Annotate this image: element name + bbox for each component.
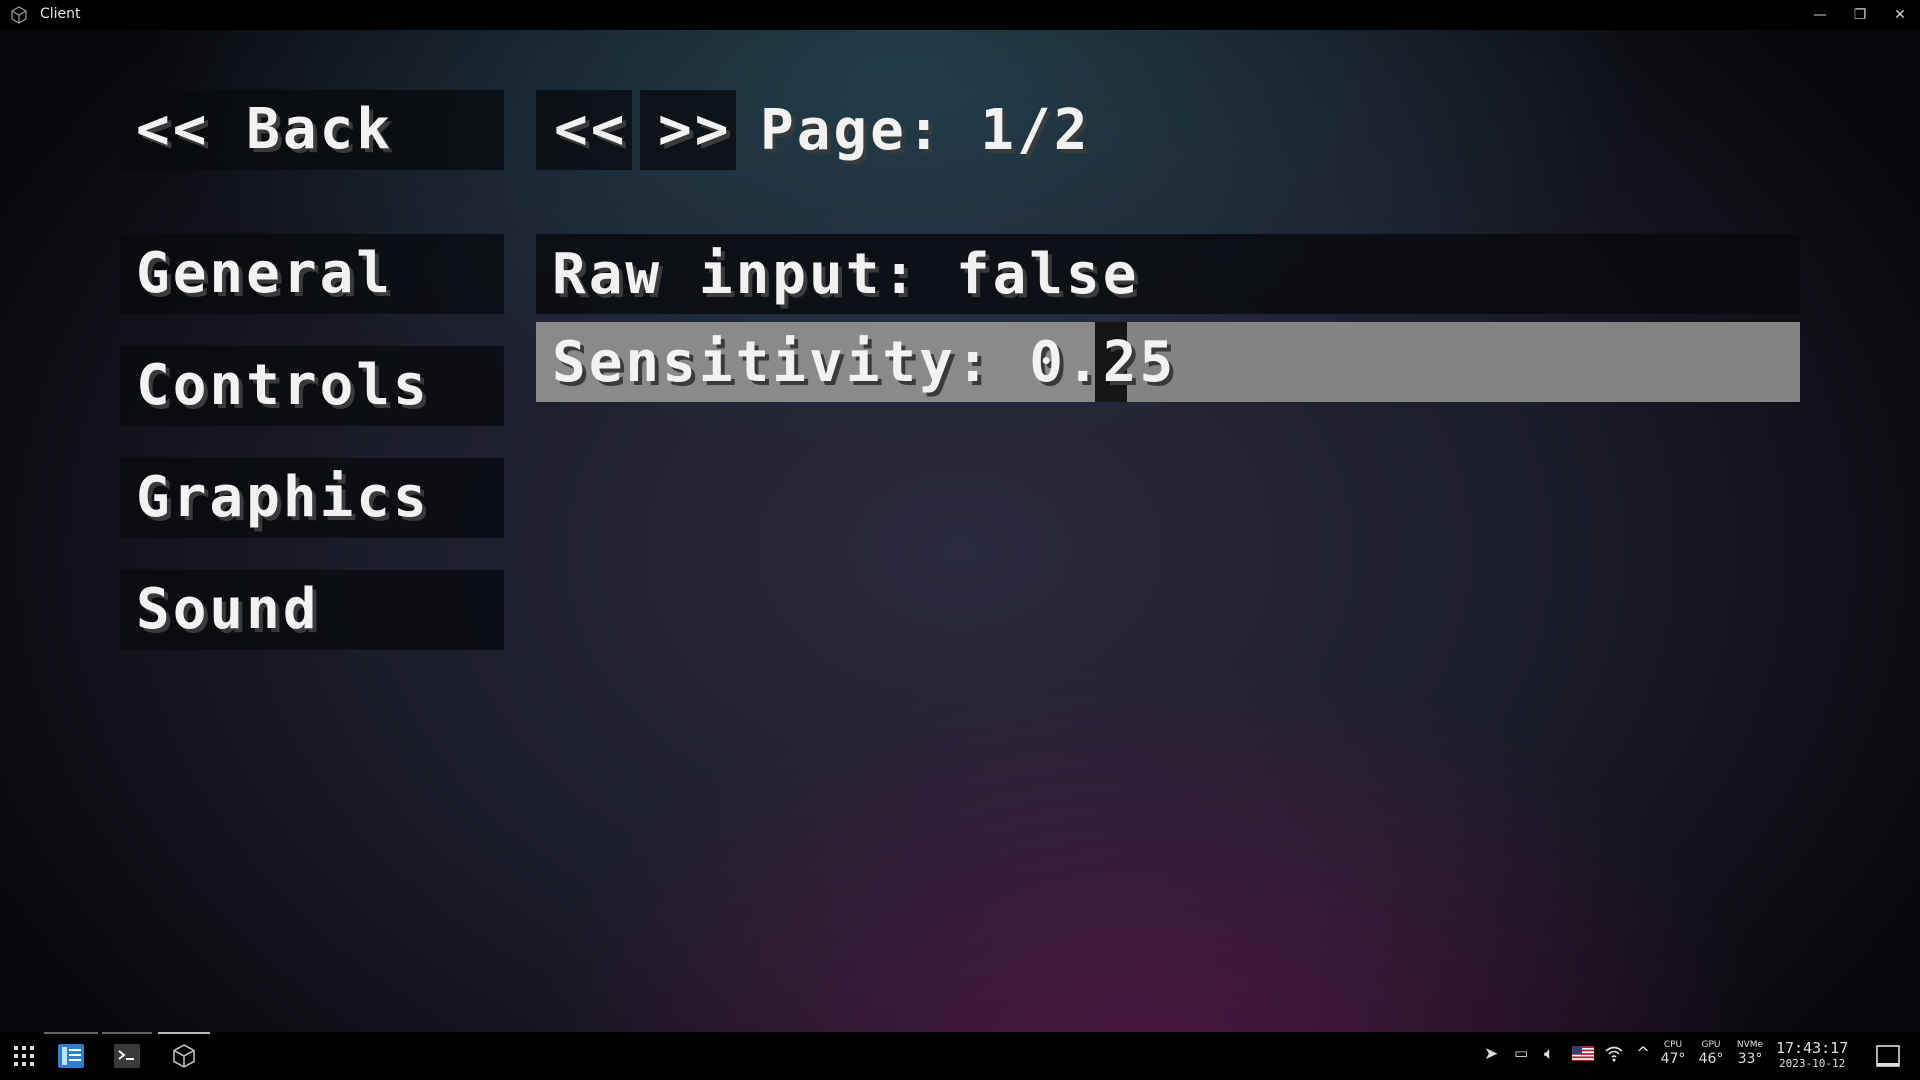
cpu-temp-label: CPU [1663, 1040, 1683, 1050]
volume-icon[interactable]: 🔈︎ [1544, 1044, 1554, 1064]
chevron-up-icon[interactable]: ^ [1636, 1044, 1650, 1064]
sensitivity-slider[interactable]: Sensitivity: 0.25 [536, 322, 1800, 402]
cpu-temp: CPU 47° [1656, 1040, 1690, 1068]
gpu-temp-label: GPU [1701, 1040, 1721, 1050]
nvme-temp-value: 33° [1737, 1051, 1763, 1067]
previous-page-button[interactable]: << [536, 90, 632, 170]
restore-button[interactable]: ❐ [1840, 0, 1880, 30]
gpu-temp: GPU 46° [1694, 1040, 1728, 1068]
nvme-temp: NVMe 33° [1733, 1040, 1767, 1068]
category-sound-button[interactable]: Sound [120, 570, 504, 650]
close-button[interactable]: ✕ [1880, 0, 1920, 30]
app-grid-icon[interactable] [10, 1042, 38, 1070]
nvme-temp-label: NVMe [1736, 1040, 1764, 1050]
cube-icon [10, 6, 28, 24]
cube-icon[interactable] [170, 1042, 198, 1070]
taskbar-indicator [44, 1032, 98, 1034]
wifi-icon[interactable] [1604, 1044, 1624, 1067]
gpu-temp-value: 46° [1698, 1051, 1724, 1067]
category-general-button[interactable]: General [120, 234, 504, 314]
minimize-icon: — [1813, 7, 1827, 23]
next-page-button[interactable]: >> [640, 90, 736, 170]
taskbar-indicator-active [158, 1032, 210, 1034]
window-titlebar: Client — ❐ ✕ [0, 0, 1920, 30]
taskbar-indicator [102, 1032, 152, 1034]
window-title: Client [40, 6, 81, 22]
cpu-temp-value: 47° [1660, 1051, 1686, 1067]
clock[interactable]: 17:43:17 2023-10-12 [1776, 1039, 1848, 1071]
minimize-button[interactable]: — [1800, 0, 1840, 30]
close-icon: ✕ [1894, 7, 1906, 23]
send-icon[interactable]: ➤ [1484, 1044, 1498, 1064]
terminal-icon[interactable] [113, 1042, 141, 1070]
raw-input-toggle[interactable]: Raw input: false [536, 234, 1800, 314]
category-controls-button[interactable]: Controls [120, 346, 504, 426]
clock-date: 2023-10-12 [1779, 1057, 1846, 1070]
battery-icon[interactable]: ▭ [1514, 1044, 1528, 1062]
clock-time: 17:43:17 [1776, 1039, 1849, 1057]
sensitivity-label: Sensitivity: 0.25 [552, 329, 1177, 395]
category-graphics-button[interactable]: Graphics [120, 458, 504, 538]
file-manager-icon[interactable] [57, 1042, 85, 1070]
back-button[interactable]: << Back [120, 90, 504, 170]
restore-icon: ❐ [1853, 7, 1867, 23]
us-flag-icon[interactable] [1572, 1046, 1594, 1066]
settings-screen: << Back << >> Page: 1/2 General Controls… [0, 30, 1920, 1032]
notification-center-icon[interactable] [1876, 1044, 1900, 1068]
taskbar: ➤ ▭ 🔈︎ ^ CPU 47° GPU 46° NVMe 33° 17:43:… [0, 1032, 1920, 1080]
page-indicator: Page: 1/2 [760, 97, 1091, 163]
